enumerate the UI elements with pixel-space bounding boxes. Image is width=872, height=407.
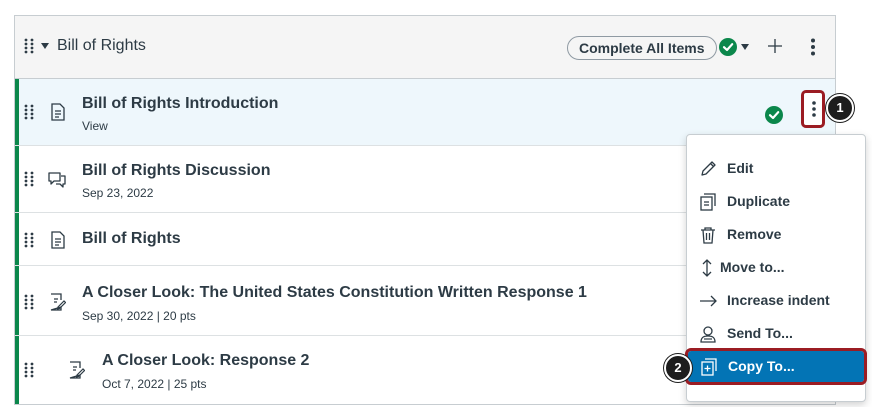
item-title[interactable]: A Closer Look: Response 2 — [102, 352, 309, 370]
page-icon — [51, 231, 65, 249]
item-meta: Sep 30, 2022 | 20 pts — [82, 309, 196, 323]
menu-item-label: Copy To... — [728, 358, 795, 374]
published-stripe — [15, 213, 19, 265]
add-item-icon[interactable] — [768, 39, 782, 53]
menu-item-remove[interactable]: Remove — [687, 218, 865, 251]
item-meta: Sep 23, 2022 — [82, 186, 154, 200]
complete-all-items-button[interactable]: Complete All Items — [567, 36, 717, 60]
callout-badge-2: 2 — [664, 354, 692, 382]
menu-item-duplicate[interactable]: Duplicate — [687, 185, 865, 218]
menu-item-label: Send To... — [727, 325, 793, 341]
drag-handle-icon[interactable] — [24, 294, 34, 310]
drag-handle-icon[interactable] — [24, 38, 34, 54]
publish-caret-icon[interactable] — [741, 44, 749, 50]
item-title[interactable]: Bill of Rights Introduction — [82, 95, 278, 113]
menu-item-copy-to[interactable]: Copy To... — [685, 348, 867, 385]
menu-item-move-to[interactable]: Move to... — [687, 251, 865, 284]
item-title[interactable]: Bill of Rights Discussion — [82, 162, 270, 180]
menu-item-label: Remove — [727, 226, 782, 242]
published-stripe — [15, 266, 19, 335]
menu-item-label: Move to... — [720, 259, 785, 275]
drag-handle-icon[interactable] — [24, 362, 34, 378]
published-stripe — [15, 336, 19, 404]
trash-icon — [701, 227, 715, 244]
copy-icon — [701, 358, 717, 376]
menu-item-edit[interactable]: Edit — [687, 152, 865, 185]
drag-handle-icon[interactable] — [24, 232, 34, 248]
module-header[interactable]: Bill of Rights Complete All Items — [15, 16, 835, 79]
menu-item-label: Duplicate — [727, 193, 791, 209]
module-options-icon[interactable] — [810, 38, 816, 56]
item-meta: View — [82, 119, 108, 133]
item-meta: Oct 7, 2022 | 25 pts — [102, 377, 207, 391]
move-icon — [702, 259, 712, 277]
assignment-icon — [50, 293, 66, 311]
pencil-icon — [701, 161, 716, 176]
menu-item-increase-indent[interactable]: Increase indent — [687, 284, 865, 317]
module-title: Bill of Rights — [57, 37, 146, 54]
drag-handle-icon[interactable] — [24, 171, 34, 187]
item-options-menu: Edit Duplicate Remove Move to... Increas… — [685, 134, 867, 402]
menu-item-send-to[interactable]: Send To... — [687, 317, 865, 350]
kebab-icon — [812, 101, 816, 117]
published-stripe — [15, 146, 19, 212]
page-icon — [51, 103, 65, 121]
item-title[interactable]: Bill of Rights — [82, 230, 181, 248]
discussion-icon — [48, 172, 66, 188]
menu-item-label: Edit — [727, 160, 754, 176]
drag-handle-icon[interactable] — [24, 104, 34, 120]
callout-badge-1: 1 — [826, 94, 854, 122]
arrow-right-icon — [700, 295, 717, 307]
caret-down-icon[interactable] — [41, 43, 49, 49]
duplicate-icon — [700, 193, 716, 211]
item-title[interactable]: A Closer Look: The United States Constit… — [82, 284, 587, 302]
menu-item-label: Increase indent — [727, 292, 830, 308]
user-send-icon — [700, 326, 716, 343]
published-check-icon[interactable] — [719, 38, 737, 56]
published-check-icon[interactable] — [765, 106, 783, 124]
published-stripe — [15, 79, 19, 145]
assignment-icon — [69, 361, 85, 379]
item-options-button[interactable] — [801, 90, 825, 128]
